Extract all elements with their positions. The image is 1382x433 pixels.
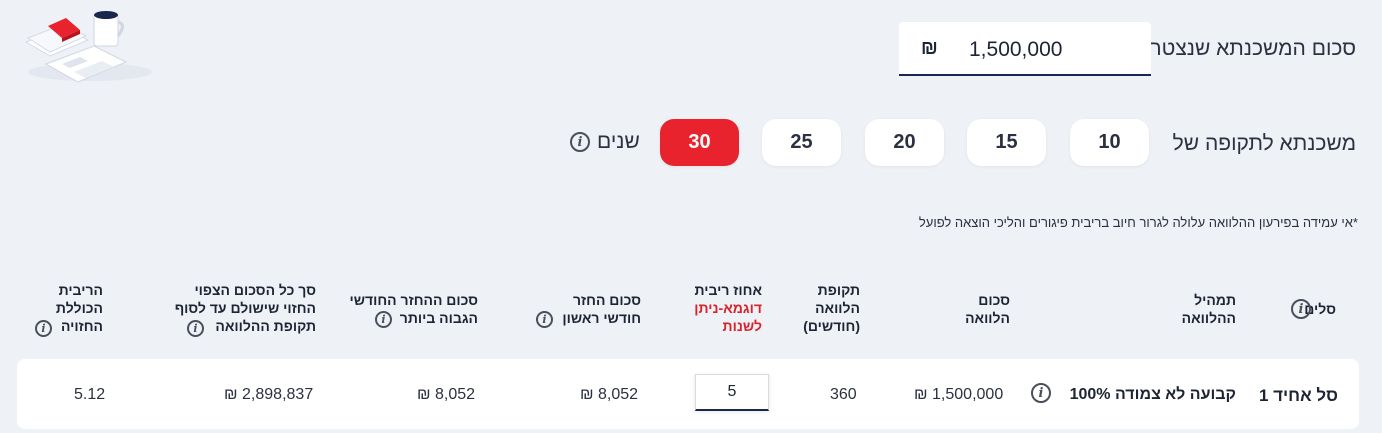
header-loan-mix: תמהיל ההלוואה [1181,292,1236,326]
row-first-payment: ₪ 8,052 [580,386,639,403]
period-option-20[interactable]: 20 [865,119,944,166]
calculator-illustration [18,6,158,84]
info-icon[interactable]: i [35,320,52,337]
row-loan-amount: ₪ 1,500,000 [914,386,1004,403]
period-option-25[interactable]: 25 [762,119,841,166]
mortgage-amount-value: 1,500,000 [969,38,1063,61]
row-max-payment: ₪ 8,052 [417,386,476,403]
period-option-10[interactable]: 10 [1070,119,1149,166]
header-first-payment: סכום החזר חודשי ראשון [562,292,641,326]
period-label: משכנתא לתקופה של [1172,132,1356,155]
disclaimer-note: *אי עמידה בפירעון ההלוואה עלולה לגרור חי… [918,215,1358,230]
info-icon[interactable]: i [570,132,590,152]
row-loan-mix: 100% קבועה לא צמודה [1069,386,1236,403]
info-icon[interactable]: i [375,311,392,328]
shekel-currency-sign: ₪ [921,38,938,59]
mortgage-amount-input[interactable]: 1,500,000 ₪ [899,22,1151,76]
info-icon[interactable]: i [187,320,204,337]
info-icon[interactable]: i [1291,299,1311,319]
header-loan-period-months: תקופת הלוואה (חודשים) [803,282,860,334]
mortgage-amount-label: סכום המשכנתא שנצטרך [1139,37,1356,60]
header-max-payment: סכום ההחזר החודשי הגבוה ביותר [349,292,478,326]
interest-rate-input[interactable]: 5 [695,374,769,411]
header-loan-amount: סכום הלוואה [965,292,1010,326]
info-icon[interactable]: i [536,311,553,328]
period-option-15[interactable]: 15 [967,119,1046,166]
period-option-30-selected[interactable]: 30 [660,119,739,166]
years-unit-label: שנים [597,130,640,153]
row-period-months: 360 [830,386,857,403]
row-basket-name: סל אחיד 1 [1258,386,1338,405]
info-icon[interactable]: i [1031,383,1051,403]
row-overall-rate: 5.12 [74,386,106,403]
header-interest-rate: אחוז ריבית דוגמא-ניתן לשנות [694,282,762,334]
header-overall-rate: הריבית הכוללת החזויה [55,282,103,334]
row-total-repayment: ₪ 2,898,837 [224,386,314,403]
